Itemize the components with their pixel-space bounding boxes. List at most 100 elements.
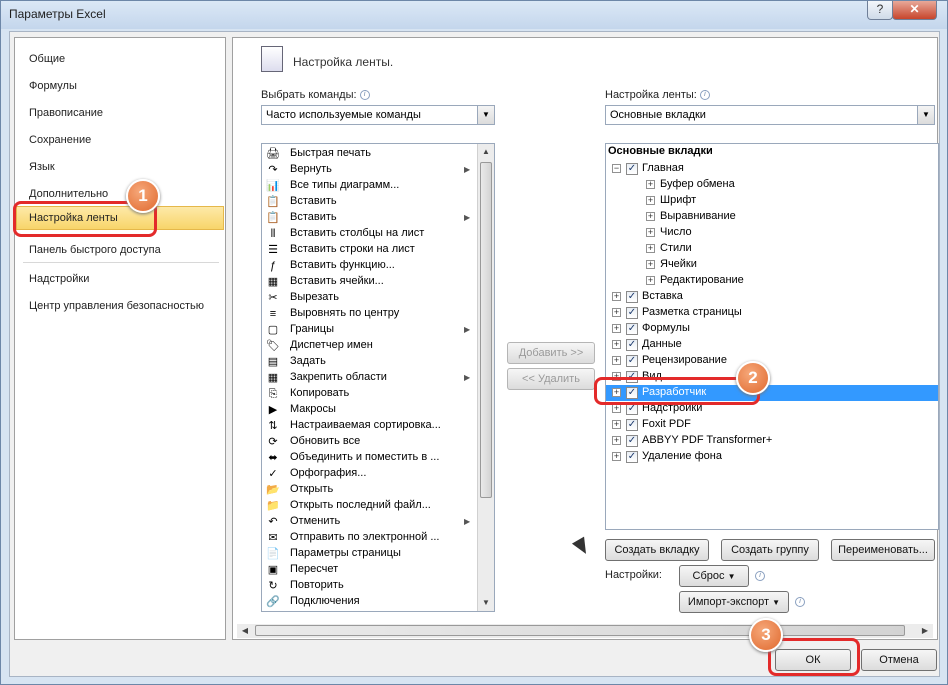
sidebar-item-quick-access-toolbar[interactable]: Панель быстрого доступа	[29, 244, 161, 256]
ribbon-tab-item[interactable]: + ✓ Формулы	[606, 321, 938, 337]
expand-icon[interactable]: +	[612, 356, 621, 365]
checkbox[interactable]: ✓	[626, 339, 638, 351]
scroll-thumb[interactable]	[480, 162, 492, 498]
ribbon-tab-item[interactable]: + ✓ ABBYY PDF Transformer+	[606, 433, 938, 449]
command-item[interactable]: ⫴ Вставить столбцы на лист	[264, 226, 474, 242]
ribbon-tab-item[interactable]: + ✓ Данные	[606, 337, 938, 353]
remove-button[interactable]: << Удалить	[507, 368, 595, 390]
expand-icon[interactable]: +	[646, 180, 655, 189]
command-item[interactable]: ↷ Вернуть ▶	[264, 162, 474, 178]
ribbon-tab-item[interactable]: + ✓ Удаление фона	[606, 449, 938, 465]
command-item[interactable]: 📁 Открыть последний файл...	[264, 498, 474, 514]
expand-icon[interactable]: +	[612, 436, 621, 445]
sidebar-item-proofing[interactable]: Правописание	[29, 107, 103, 119]
command-item[interactable]: 📋 Вставить	[264, 194, 474, 210]
command-item[interactable]: ⎘ Копировать	[264, 386, 474, 402]
sidebar-item-advanced[interactable]: Дополнительно	[29, 188, 108, 200]
command-item[interactable]: ↶ Отменить ▶	[264, 514, 474, 530]
new-tab-button[interactable]: Создать вкладку	[605, 539, 709, 561]
checkbox[interactable]: ✓	[626, 435, 638, 447]
new-group-button[interactable]: Создать группу	[721, 539, 819, 561]
expand-icon[interactable]: +	[612, 420, 621, 429]
command-item[interactable]: ✉ Отправить по электронной ...	[264, 530, 474, 546]
command-item[interactable]: 🏷 Диспетчер имен	[264, 338, 474, 354]
command-item[interactable]: ✂ Вырезать	[264, 290, 474, 306]
expand-icon[interactable]: +	[612, 324, 621, 333]
ribbon-tab-item[interactable]: + ✓ Foxit PDF	[606, 417, 938, 433]
checkbox[interactable]: ✓	[626, 355, 638, 367]
chevron-down-icon[interactable]: ▼	[917, 106, 934, 124]
scroll-down-icon[interactable]: ▼	[478, 595, 494, 611]
checkbox[interactable]: ✓	[626, 419, 638, 431]
expand-icon[interactable]: +	[646, 228, 655, 237]
ribbon-tab-group[interactable]: + Редактирование	[606, 273, 938, 289]
ribbon-tab-group[interactable]: + Шрифт	[606, 193, 938, 209]
scroll-up-icon[interactable]: ▲	[478, 144, 494, 160]
expand-icon[interactable]: +	[646, 196, 655, 205]
sidebar-item-trust-center[interactable]: Центр управления безопасностью	[29, 300, 204, 312]
rename-button[interactable]: Переименовать...	[831, 539, 935, 561]
command-item[interactable]: ▣ Пересчет	[264, 562, 474, 578]
command-item[interactable]: ⟳ Обновить все	[264, 434, 474, 450]
chevron-down-icon[interactable]: ▼	[477, 106, 494, 124]
command-item[interactable]: ▤ Задать	[264, 354, 474, 370]
command-item[interactable]: ƒ Вставить функцию...	[264, 258, 474, 274]
ribbon-tab-group[interactable]: + Буфер обмена	[606, 177, 938, 193]
expand-icon[interactable]: +	[612, 308, 621, 317]
scroll-right-icon[interactable]: ▶	[917, 623, 933, 639]
sidebar-item-save[interactable]: Сохранение	[29, 134, 91, 146]
help-button[interactable]: ?	[867, 1, 893, 20]
command-item[interactable]: 📊 Все типы диаграмм...	[264, 178, 474, 194]
command-item[interactable]: 📋 Вставить ▶	[264, 210, 474, 226]
ribbon-tab-group[interactable]: + Число	[606, 225, 938, 241]
command-item[interactable]: ▦ Вставить ячейки...	[264, 274, 474, 290]
sidebar-item-language[interactable]: Язык	[29, 161, 55, 173]
commands-list[interactable]: 🔗 Подключения ↻ Повторить ▣ Пересчет 📄 Параметр…	[261, 143, 495, 612]
checkbox[interactable]: ✓	[626, 307, 638, 319]
reset-button[interactable]: Сброс ▼	[679, 565, 749, 587]
ribbon-tab-item[interactable]: + ✓ Вставка	[606, 289, 938, 305]
command-item[interactable]: ▶ Макросы	[264, 402, 474, 418]
horizontal-scroll-thumb[interactable]	[255, 625, 905, 636]
ribbon-tab-group[interactable]: + Ячейки	[606, 257, 938, 273]
expand-icon[interactable]: +	[646, 276, 655, 285]
ribbon-tab-group[interactable]: + Выравнивание	[606, 209, 938, 225]
expand-icon[interactable]: +	[612, 404, 621, 413]
commands-scrollbar[interactable]: ▲ ▼	[477, 144, 494, 611]
choose-commands-dropdown[interactable]: Часто используемые команды ▼	[261, 105, 495, 125]
command-item[interactable]: 📂 Открыть	[264, 482, 474, 498]
ribbon-tabs-tree[interactable]: Основные вкладки − ✓ Главная + Буфер обмена +…	[605, 143, 939, 530]
expand-icon[interactable]: +	[646, 260, 655, 269]
command-item[interactable]: ⇅ Настраиваемая сортировка...	[264, 418, 474, 434]
cancel-button[interactable]: Отмена	[861, 649, 937, 671]
add-button[interactable]: Добавить >>	[507, 342, 595, 364]
close-button[interactable]: ✕	[892, 1, 937, 20]
sidebar-item-general[interactable]: Общие	[29, 53, 65, 65]
collapse-icon[interactable]: −	[612, 164, 621, 173]
sidebar-item-formulas[interactable]: Формулы	[29, 80, 77, 92]
command-item[interactable]: 📄 Параметры страницы	[264, 546, 474, 562]
expand-icon[interactable]: +	[612, 292, 621, 301]
command-item[interactable]: ☰ Вставить строки на лист	[264, 242, 474, 258]
command-item[interactable]: ↻ Повторить	[264, 578, 474, 594]
ribbon-tab-item[interactable]: + ✓ Разметка страницы	[606, 305, 938, 321]
expand-icon[interactable]: +	[612, 452, 621, 461]
ribbon-tab-item[interactable]: − ✓ Главная	[606, 161, 938, 177]
command-item[interactable]: ▦ Закрепить области ▶	[264, 370, 474, 386]
expand-icon[interactable]: +	[612, 340, 621, 349]
horizontal-scrollbar[interactable]: ◀ ▶	[237, 624, 933, 638]
checkbox[interactable]: ✓	[626, 451, 638, 463]
expand-icon[interactable]: +	[646, 212, 655, 221]
command-item[interactable]: ≡ Выровнять по центру	[264, 306, 474, 322]
command-item[interactable]: 🔗 Подключения	[264, 594, 474, 610]
command-item[interactable]: ⬌ Объединить и поместить в ...	[264, 450, 474, 466]
checkbox[interactable]: ✓	[626, 163, 638, 175]
ribbon-tab-group[interactable]: + Стили	[606, 241, 938, 257]
import-export-button[interactable]: Импорт-экспорт ▼	[679, 591, 789, 613]
command-item[interactable]: ▢ Границы ▶	[264, 322, 474, 338]
command-item[interactable]: ✓ Орфография...	[264, 466, 474, 482]
checkbox[interactable]: ✓	[626, 291, 638, 303]
expand-icon[interactable]: +	[646, 244, 655, 253]
customize-ribbon-dropdown[interactable]: Основные вкладки ▼	[605, 105, 935, 125]
ribbon-tab-item[interactable]: + ✓ Рецензирование	[606, 353, 938, 369]
